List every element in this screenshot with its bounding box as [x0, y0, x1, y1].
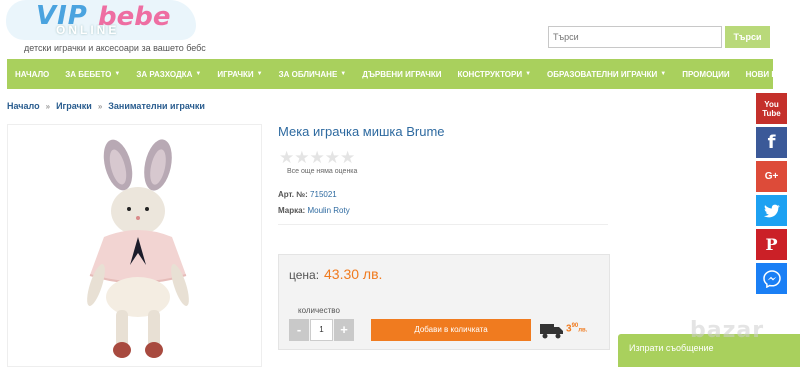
breadcrumb-toys[interactable]: Играчки: [56, 101, 92, 111]
logo-tagline: детски играчки и аксесоари за вашето беб…: [24, 43, 206, 53]
nav-item-label: ПРОМОЦИИ: [682, 69, 730, 79]
nav-item-for-baby[interactable]: ЗА БЕБЕТО ▼: [57, 59, 128, 89]
page: VIP bebe ONLINE детски играчки и аксесоа…: [0, 0, 800, 367]
nav-item-wooden-toys[interactable]: ДЪРВЕНИ ИГРАЧКИ: [354, 59, 449, 89]
watermark-text: bazar: [690, 318, 765, 343]
rating-note: Все още няма оценка: [287, 168, 358, 175]
breadcrumb: Начало » Играчки » Занимателни играчки: [7, 101, 205, 111]
star-icon[interactable]: ★: [340, 149, 355, 166]
nav-item-constructors[interactable]: КОНСТРУКТОРИ ▼: [449, 59, 539, 89]
messenger-icon: [762, 269, 781, 288]
pinterest-button[interactable]: P: [756, 229, 787, 260]
breadcrumb-entertaining-toys[interactable]: Занимателни играчки: [108, 101, 205, 111]
divider: [278, 224, 608, 225]
star-icon[interactable]: ★: [310, 149, 325, 166]
google-plus-button[interactable]: G+: [756, 161, 787, 192]
product-title: Мека играчка мишка Brume: [278, 124, 445, 139]
caret-down-icon: ▼: [340, 71, 347, 77]
nav-item-label: ЗА ОБЛИЧАНЕ: [278, 69, 338, 79]
quantity-decrease-button[interactable]: -: [289, 319, 309, 341]
caret-down-icon: ▼: [114, 71, 121, 77]
caret-down-icon: ▼: [525, 71, 532, 77]
brand-label: Марка:: [278, 206, 306, 215]
caret-down-icon: ▼: [195, 71, 202, 77]
logo-text-online: ONLINE: [56, 23, 120, 37]
brand-link[interactable]: Moulin Roty: [307, 206, 349, 215]
nav-item-label: НАЧАЛО: [15, 69, 50, 79]
nav-item-label: НОВИ ПРОДУКТИ: [745, 69, 800, 79]
nav-item-strolling[interactable]: ЗА РАЗХОДКА ▼: [128, 59, 209, 89]
nav-item-toys[interactable]: ИГРАЧКИ ▼: [209, 59, 270, 89]
twitter-icon: [763, 204, 780, 217]
quantity-increase-button[interactable]: +: [334, 319, 354, 341]
main-nav: НАЧАЛО ЗА БЕБЕТО ▼ ЗА РАЗХОДКА ▼ ИГРАЧКИ ▼ …: [7, 59, 800, 89]
quantity-input[interactable]: 1: [310, 319, 333, 341]
nav-item-label: ДЪРВЕНИ ИГРАЧКИ: [362, 69, 442, 79]
search-input[interactable]: [548, 26, 722, 48]
nav-item-clothing[interactable]: ЗА ОБЛИЧАНЕ ▼: [271, 59, 355, 89]
plush-mouse-illustration: [87, 139, 189, 358]
star-icon[interactable]: ★: [294, 149, 309, 166]
shipping-price: 390лв.: [566, 323, 587, 334]
add-to-cart-button[interactable]: Добави в количката: [371, 319, 531, 341]
facebook-button[interactable]: f: [756, 127, 787, 158]
nav-item-label: ЗА БЕБЕТО: [65, 69, 112, 79]
product-image[interactable]: [7, 124, 262, 367]
twitter-button[interactable]: [756, 195, 787, 226]
shipping-price-currency: лв.: [578, 327, 588, 334]
youtube-icon: You Tube: [762, 99, 781, 118]
facebook-icon: f: [767, 132, 776, 153]
delivery-truck-icon: [540, 324, 563, 339]
quantity-label: количество: [298, 306, 340, 315]
google-plus-icon: G+: [764, 171, 779, 182]
breadcrumb-home[interactable]: Начало: [7, 101, 40, 111]
buy-box: цена: 43.30 лв. количество - 1 + Добави …: [278, 254, 610, 350]
nav-item-label: ИГРАЧКИ: [217, 69, 254, 79]
star-icon[interactable]: ★: [279, 149, 294, 166]
nav-item-label: ОБРАЗОВАТЕЛНИ ИГРАЧКИ: [547, 69, 658, 79]
youtube-button[interactable]: You Tube: [756, 93, 787, 124]
price-value: 43.30 лв.: [324, 266, 383, 282]
breadcrumb-separator: »: [45, 101, 51, 111]
sku-value: 715021: [310, 190, 337, 199]
caret-down-icon: ▼: [256, 71, 263, 77]
nav-item-new-products[interactable]: НОВИ ПРОДУКТИ: [738, 59, 800, 89]
pinterest-icon: P: [765, 235, 778, 254]
nav-item-label: ЗА РАЗХОДКА: [136, 69, 193, 79]
chat-label: Изпрати съобщение: [629, 343, 714, 353]
star-icon[interactable]: ★: [325, 149, 340, 166]
messenger-button[interactable]: [756, 263, 787, 294]
search-button[interactable]: Търси: [725, 26, 770, 48]
site-logo[interactable]: VIP bebe ONLINE детски играчки и аксесоа…: [6, 0, 206, 55]
sku-label: Арт. №:: [278, 190, 308, 199]
breadcrumb-separator: »: [97, 101, 103, 111]
nav-item-label: КОНСТРУКТОРИ: [457, 69, 523, 79]
caret-down-icon: ▼: [660, 71, 667, 77]
rating-stars[interactable]: ★ ★ ★ ★ ★: [279, 149, 355, 166]
nav-item-promotions[interactable]: ПРОМОЦИИ: [674, 59, 737, 89]
product-sku: Арт. №: 715021: [278, 190, 337, 199]
nav-item-educational-toys[interactable]: ОБРАЗОВАТЕЛНИ ИГРАЧКИ ▼: [539, 59, 674, 89]
nav-item-home[interactable]: НАЧАЛО: [7, 59, 57, 89]
price-label: цена:: [289, 268, 320, 282]
product-brand: Марка: Moulin Roty: [278, 206, 350, 215]
